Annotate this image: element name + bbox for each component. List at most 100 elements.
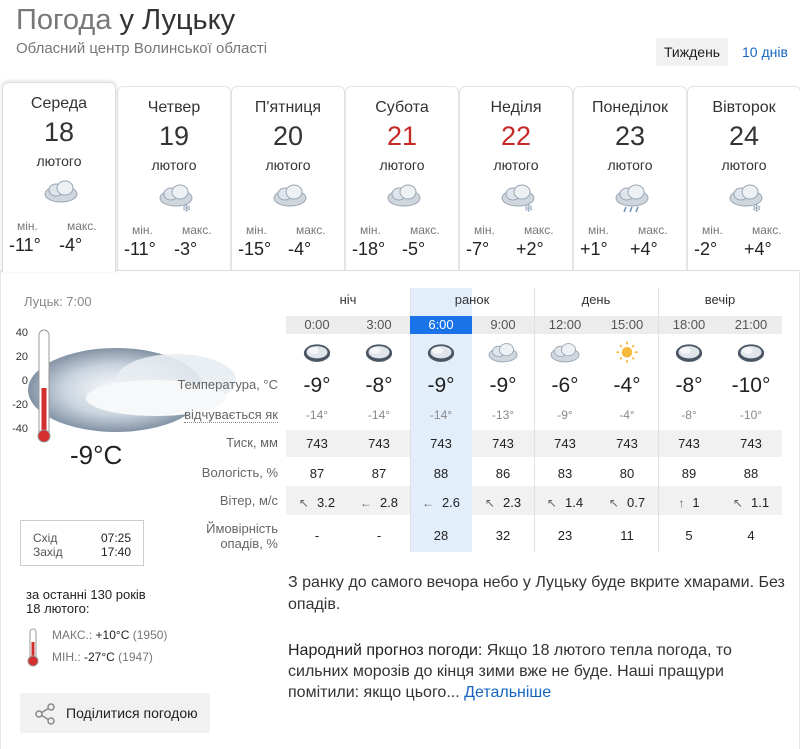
label-prob-line2: опадів, % — [220, 536, 278, 551]
label-humidity: Вологість, % — [201, 465, 278, 480]
hour-humidity: 87 — [309, 466, 325, 481]
min-label: мін. — [246, 223, 267, 237]
hour-humidity: 86 — [495, 466, 511, 481]
hour-feels-like: -14° — [429, 408, 453, 422]
hour-pressure: 743 — [492, 436, 514, 451]
day-month: лютого — [721, 157, 767, 173]
hour-feels-like: -10° — [739, 408, 763, 422]
max-temp: -3° — [174, 239, 198, 259]
hour-label[interactable]: 9:00 — [472, 317, 534, 332]
hour-pressure: 743 — [430, 436, 452, 451]
day-tab-19[interactable]: Четвер 19 лютого ❄ мін. макс. -11° -3° — [117, 86, 231, 270]
day-number: 20 — [272, 121, 304, 151]
hour-temp: -8° — [675, 374, 703, 397]
cloud-icon — [488, 343, 518, 363]
hour-feels-like: -9° — [557, 408, 573, 422]
scale-label: 20 — [16, 351, 28, 363]
day-tab-24[interactable]: Вівторок 24 лютого ❄ мін. макс. -2° +4° — [687, 86, 800, 270]
day-tab-21[interactable]: Субота 21 лютого мін. макс. -18° -5° — [345, 86, 459, 270]
max-label: макс. — [182, 223, 212, 237]
hour-label[interactable]: 6:00 — [410, 316, 472, 334]
share-icon — [35, 703, 55, 725]
day-tab-20[interactable]: П'ятниця 20 лютого мін. макс. -15° -4° — [231, 86, 345, 270]
history-line-1: за останні 130 років — [26, 587, 146, 602]
min-label: мін. — [360, 223, 381, 237]
hour-label[interactable]: 15:00 — [596, 317, 658, 332]
cloudy-night-icon — [737, 344, 765, 362]
hour-precip-prob: - — [376, 528, 382, 543]
hour-label[interactable]: 12:00 — [534, 317, 596, 332]
day-of-week: Неділя — [490, 99, 542, 116]
sunset-time: 17:40 — [101, 545, 132, 559]
wind-speed: 1 — [692, 495, 700, 510]
title-city: у Луцьку — [119, 4, 236, 36]
location-time: Луцьк: 7:00 — [24, 294, 92, 309]
hour-label[interactable]: 21:00 — [720, 317, 782, 332]
history-heading: за останні 130 років 18 лютого: — [26, 588, 146, 616]
folk-details-link[interactable]: Детальніше — [464, 684, 551, 701]
min-temp: -15° — [238, 239, 272, 259]
hour-feels-like: -14° — [305, 408, 329, 422]
max-temp: +4° — [630, 239, 658, 259]
day-month: лютого — [36, 153, 82, 169]
wind-direction-icon: ↑ — [678, 496, 685, 510]
share-weather-button[interactable]: Поділитися погодою — [20, 693, 210, 733]
phase-2: день — [581, 292, 611, 307]
cloud-snow-icon: ❄ — [159, 184, 193, 213]
week-range-button[interactable]: Тиждень — [656, 38, 729, 66]
cloudy-night-icon — [675, 344, 703, 362]
wind-speed: 1.4 — [564, 495, 584, 510]
max-temp: -4° — [59, 235, 83, 255]
hour-humidity: 89 — [681, 466, 697, 481]
current-temperature: -9°C — [70, 440, 123, 470]
hour-weather-icon — [720, 340, 782, 368]
ten-days-link[interactable]: 10 днів — [734, 38, 796, 66]
hour-label[interactable]: 18:00 — [658, 317, 720, 332]
cloud-icon — [273, 184, 307, 207]
hour-precip-prob: 28 — [433, 528, 449, 543]
hour-weather-icon — [286, 340, 348, 368]
hour-weather-icon — [596, 340, 658, 368]
day-tab-22[interactable]: Неділя 22 лютого ❄ мін. макс. -7° +2° — [459, 86, 573, 270]
phase-3: вечір — [704, 292, 736, 307]
history-min-value: -27°C — [84, 650, 115, 664]
min-temp: +1° — [580, 239, 608, 259]
label-feels-like[interactable]: відчувається як — [184, 407, 278, 423]
wind-direction-icon: ↖ — [608, 496, 619, 510]
history-thermometer-icon — [27, 628, 39, 667]
hour-wind: ↖ 2.3 — [472, 495, 534, 510]
history-min-label: МІН.: — [52, 650, 81, 664]
day-month: лютого — [265, 157, 311, 173]
max-label: макс. — [752, 223, 782, 237]
hour-temp: -9° — [427, 374, 455, 397]
label-prob-line1: Ймовірність — [206, 521, 278, 536]
hour-pressure: 743 — [368, 436, 390, 451]
max-temp: -5° — [402, 239, 426, 259]
sun-icon — [616, 341, 638, 363]
hour-label[interactable]: 0:00 — [286, 317, 348, 332]
day-number: 22 — [500, 121, 532, 151]
history-max-year: (1950) — [132, 628, 168, 642]
hour-label[interactable]: 3:00 — [348, 317, 410, 332]
forecast-description: З ранку до самого вечора небо у Луцьку б… — [288, 574, 785, 613]
hour-humidity: 83 — [557, 466, 573, 481]
history-max-label: МАКС.: — [52, 628, 93, 642]
hour-temp: -9° — [303, 374, 331, 397]
wind-speed: 2.6 — [441, 495, 461, 510]
scale-label: 40 — [16, 327, 28, 339]
day-tab-18[interactable]: Середа 18 лютого мін. макс. -11° -4° — [2, 82, 116, 272]
hourly-forecast-table: ніч ранок день вечір 0:00 -9° -14° 743 87 ↖ 3.2 - 3:… — [286, 288, 782, 558]
cloudy-night-icon — [365, 344, 393, 362]
hour-weather-icon — [658, 340, 720, 368]
day-tab-23[interactable]: Понеділок 23 лютого мін. макс. +1° +4° — [573, 86, 687, 270]
scale-label: -40 — [12, 423, 28, 435]
wind-speed: 2.8 — [379, 495, 399, 510]
day-of-week: Середа — [30, 95, 88, 112]
wind-speed: 3.2 — [316, 495, 336, 510]
label-precip-probability: Ймовірність опадів, % — [206, 521, 278, 551]
hour-pressure: 743 — [306, 436, 328, 451]
wind-direction-icon: ↖ — [732, 496, 743, 510]
hour-humidity: 80 — [619, 466, 635, 481]
min-temp: -11° — [9, 235, 41, 255]
folk-heading: Народний прогноз погоди: — [288, 642, 483, 659]
